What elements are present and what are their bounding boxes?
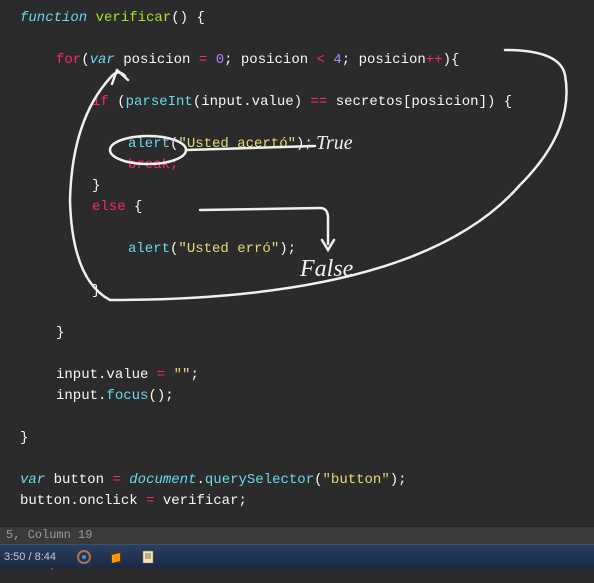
keyword-break: break; xyxy=(128,157,178,173)
video-controls: 3:50 / 8:44 xyxy=(0,544,594,568)
editor-status-bar: 5, Column 19 xyxy=(0,526,594,544)
keyword-if: if xyxy=(92,94,109,110)
code-editor[interactable]: function verificar() { for(var posicion … xyxy=(0,0,594,583)
notepad-icon[interactable] xyxy=(136,547,160,567)
browser-icon[interactable] xyxy=(72,547,96,567)
cursor-position: 5, Column 19 xyxy=(6,528,92,542)
string-acerto: "Usted acertó" xyxy=(178,136,296,152)
video-time: 3:50 / 8:44 xyxy=(4,551,56,563)
keyword-else: else xyxy=(92,199,126,215)
string-erro: "Usted erró" xyxy=(178,241,279,257)
keyword-for: for xyxy=(56,52,81,68)
sublime-icon[interactable] xyxy=(104,547,128,567)
function-name: verificar xyxy=(96,10,172,26)
keyword-function: function xyxy=(20,10,87,26)
